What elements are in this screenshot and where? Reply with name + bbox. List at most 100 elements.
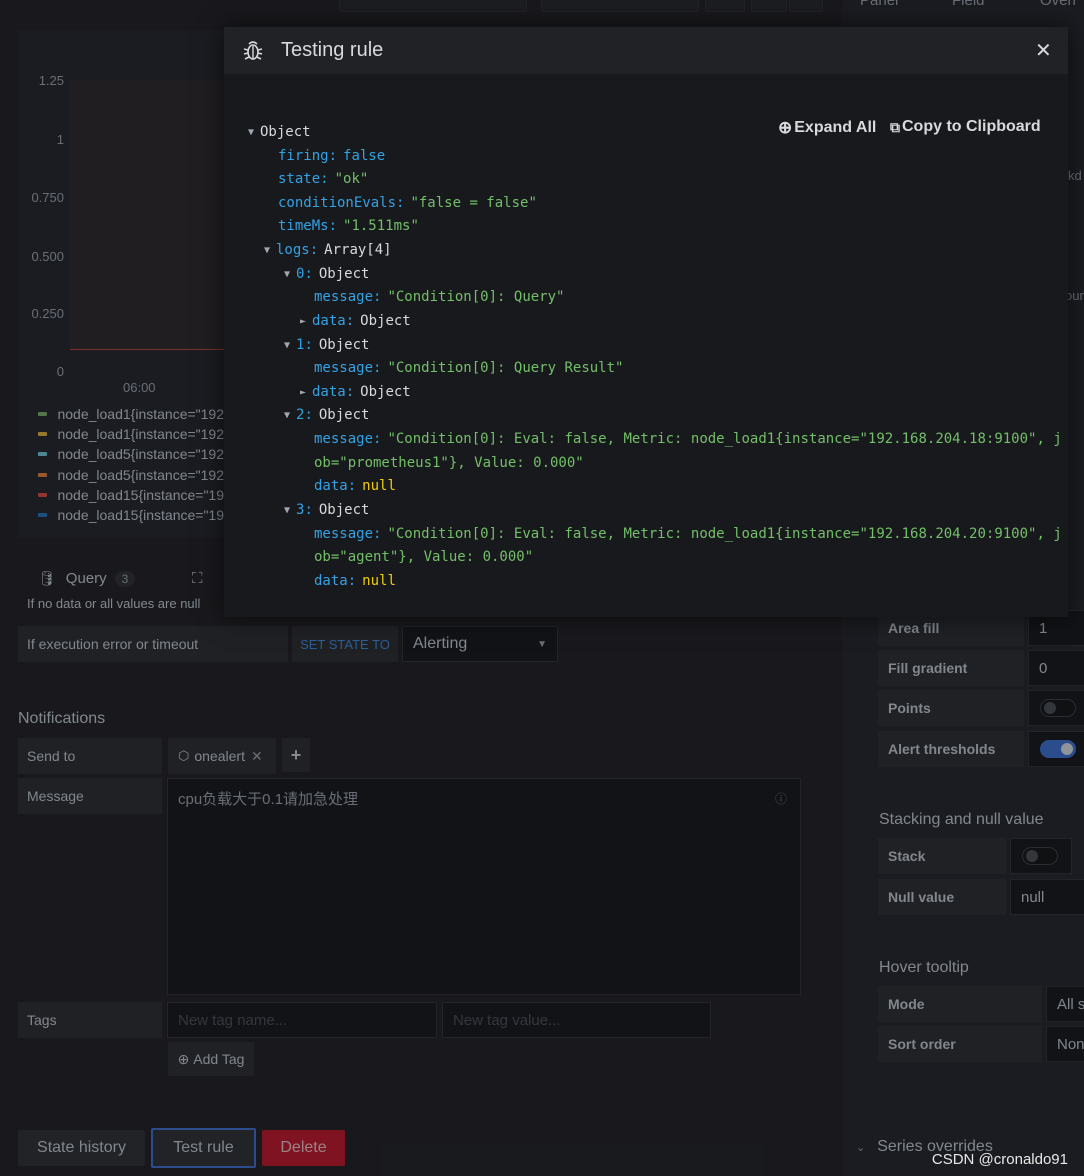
json-row: ob="agent"}, Value: 0.000" bbox=[314, 547, 533, 567]
state-history-button[interactable]: State history bbox=[18, 1130, 145, 1166]
json-row: data: null bbox=[314, 573, 396, 589]
legend-swatch bbox=[38, 432, 48, 437]
watermark: CSDN @cronaldo91 bbox=[931, 1151, 1068, 1168]
caret-down-icon[interactable]: ▼ bbox=[284, 340, 296, 351]
json-value: Object bbox=[318, 266, 370, 282]
tag-name-input[interactable]: New tag name... bbox=[167, 1002, 437, 1038]
json-value: false bbox=[343, 148, 386, 164]
toolbar-button-group[interactable] bbox=[339, 0, 527, 12]
json-row[interactable]: ▼ 2: Object bbox=[284, 405, 369, 425]
caret-right-icon[interactable]: ► bbox=[300, 316, 312, 327]
legend-label: node_load1{instance="192 bbox=[57, 406, 224, 422]
add-tag-button[interactable]: ⊕ Add Tag bbox=[168, 1042, 254, 1076]
delete-button[interactable]: Delete bbox=[262, 1130, 345, 1166]
null-value-select[interactable]: null bbox=[1010, 879, 1084, 915]
json-row[interactable]: ▼ 1: Object bbox=[284, 335, 369, 355]
caret-down-icon[interactable]: ▼ bbox=[248, 127, 260, 138]
test-rule-button[interactable]: Test rule bbox=[151, 1128, 256, 1168]
legend-label: node_load5{instance="192 bbox=[57, 446, 224, 463]
legend-item[interactable]: node_load1{instance="192 bbox=[38, 406, 224, 422]
cube-icon: ⬡ bbox=[178, 748, 190, 763]
json-key: 2 bbox=[296, 407, 305, 423]
y-tick: 1 bbox=[56, 132, 64, 147]
tab-query[interactable]: 🛢 Query 3 bbox=[38, 570, 136, 587]
json-key: state bbox=[278, 171, 321, 187]
copy-to-clipboard-button[interactable]: ⧉ Copy to Clipboard bbox=[890, 118, 1041, 136]
json-key: message bbox=[314, 526, 374, 542]
legend-item[interactable]: node_load5{instance="192 bbox=[38, 446, 224, 462]
add-channel-button[interactable]: + bbox=[282, 738, 310, 772]
json-row[interactable]: ▼ Object bbox=[248, 122, 311, 142]
points-toggle[interactable] bbox=[1040, 699, 1076, 717]
partial-text: kd bbox=[1068, 168, 1082, 183]
json-key: 3 bbox=[296, 502, 305, 518]
legend-label: node_load5{instance="192 bbox=[57, 466, 224, 483]
json-row: message: "Condition[0]: Query" bbox=[314, 289, 565, 305]
alert-thresholds-toggle[interactable] bbox=[1040, 740, 1076, 758]
close-icon[interactable]: ✕ bbox=[251, 748, 263, 765]
plus-circle-icon: ⊕ bbox=[177, 1050, 190, 1067]
stack-toggle[interactable] bbox=[1022, 847, 1058, 865]
modal-header: Testing rule ✕ bbox=[224, 27, 1068, 74]
legend-swatch bbox=[38, 412, 48, 416]
json-key: data bbox=[312, 313, 346, 329]
json-value: Object bbox=[318, 502, 370, 518]
refresh-interval-button[interactable] bbox=[789, 0, 823, 12]
legend-item[interactable]: node_load5{instance="192 bbox=[38, 467, 224, 483]
json-row[interactable]: ▼ 3: Object bbox=[284, 500, 369, 520]
json-key: message bbox=[314, 431, 374, 447]
fill-gradient-input[interactable]: 0 bbox=[1028, 650, 1084, 686]
transform-icon[interactable]: ⛶ bbox=[192, 570, 203, 587]
tab-panel[interactable]: Panel bbox=[860, 0, 898, 9]
json-row: firing: false bbox=[278, 148, 386, 164]
json-key: data bbox=[314, 573, 348, 589]
send-to-label: Send to bbox=[18, 738, 162, 774]
stack-label: Stack bbox=[878, 838, 1006, 874]
json-row[interactable]: ▼ 0: Object bbox=[284, 264, 369, 284]
caret-down-icon[interactable]: ▼ bbox=[284, 505, 296, 516]
stacking-heading: Stacking and null value bbox=[879, 811, 1044, 828]
message-textarea[interactable]: cpu负载大于0.1请加急处理 ⓘ bbox=[167, 778, 801, 995]
tags-label: Tags bbox=[18, 1002, 162, 1038]
json-row[interactable]: ▼ logs: Array[4] bbox=[264, 240, 392, 260]
legend-item[interactable]: node_load15{instance="19 bbox=[38, 507, 224, 523]
json-key: Object bbox=[260, 124, 311, 140]
tag-value-input[interactable]: New tag value... bbox=[442, 1002, 711, 1038]
database-icon: 🛢 bbox=[38, 570, 56, 586]
refresh-button[interactable] bbox=[751, 0, 787, 12]
json-row[interactable]: ► data: Object bbox=[300, 311, 411, 331]
zoom-button[interactable] bbox=[705, 0, 745, 12]
json-row[interactable]: ► data: Object bbox=[300, 382, 411, 402]
chevron-down-icon: ⌄ bbox=[856, 1141, 866, 1154]
expand-all-button[interactable]: ⊕ Expand All bbox=[778, 118, 876, 138]
hover-tooltip-heading: Hover tooltip bbox=[879, 959, 969, 976]
time-range-picker[interactable] bbox=[541, 0, 699, 12]
legend-item[interactable]: node_load1{instance="192 bbox=[38, 426, 224, 442]
y-tick: 0.750 bbox=[31, 190, 64, 205]
json-key: conditionEvals bbox=[278, 195, 397, 211]
caret-right-icon[interactable]: ► bbox=[300, 387, 312, 398]
legend-item[interactable]: node_load15{instance="19 bbox=[38, 487, 224, 503]
close-icon[interactable]: ✕ bbox=[1035, 38, 1052, 63]
legend-swatch bbox=[38, 452, 48, 457]
y-tick: 0.250 bbox=[31, 306, 64, 321]
json-value: Object bbox=[318, 337, 370, 353]
tab-field[interactable]: Field bbox=[952, 0, 985, 9]
x-tick: 06:00 bbox=[123, 380, 156, 395]
caret-down-icon[interactable]: ▼ bbox=[264, 245, 276, 256]
exec-error-state-select[interactable]: Alerting ▼ bbox=[402, 626, 558, 662]
mode-select[interactable]: All s bbox=[1046, 986, 1084, 1022]
legend-swatch bbox=[38, 492, 48, 497]
legend-label: node_load15{instance="19 bbox=[57, 486, 224, 503]
set-state-label: SET STATE TO bbox=[292, 626, 398, 662]
json-value: Object bbox=[360, 384, 411, 400]
tab-overrides[interactable]: Overr bbox=[1040, 0, 1078, 9]
caret-down-icon[interactable]: ▼ bbox=[284, 410, 296, 421]
caret-down-icon[interactable]: ▼ bbox=[284, 269, 296, 280]
json-key: data bbox=[312, 384, 346, 400]
message-label: Message bbox=[18, 778, 162, 814]
json-row: message: "Condition[0]: Eval: false, Metr… bbox=[314, 431, 1062, 447]
json-key: message bbox=[314, 289, 374, 305]
sort-order-select[interactable]: Non bbox=[1046, 1026, 1084, 1062]
json-key: data bbox=[314, 478, 348, 494]
